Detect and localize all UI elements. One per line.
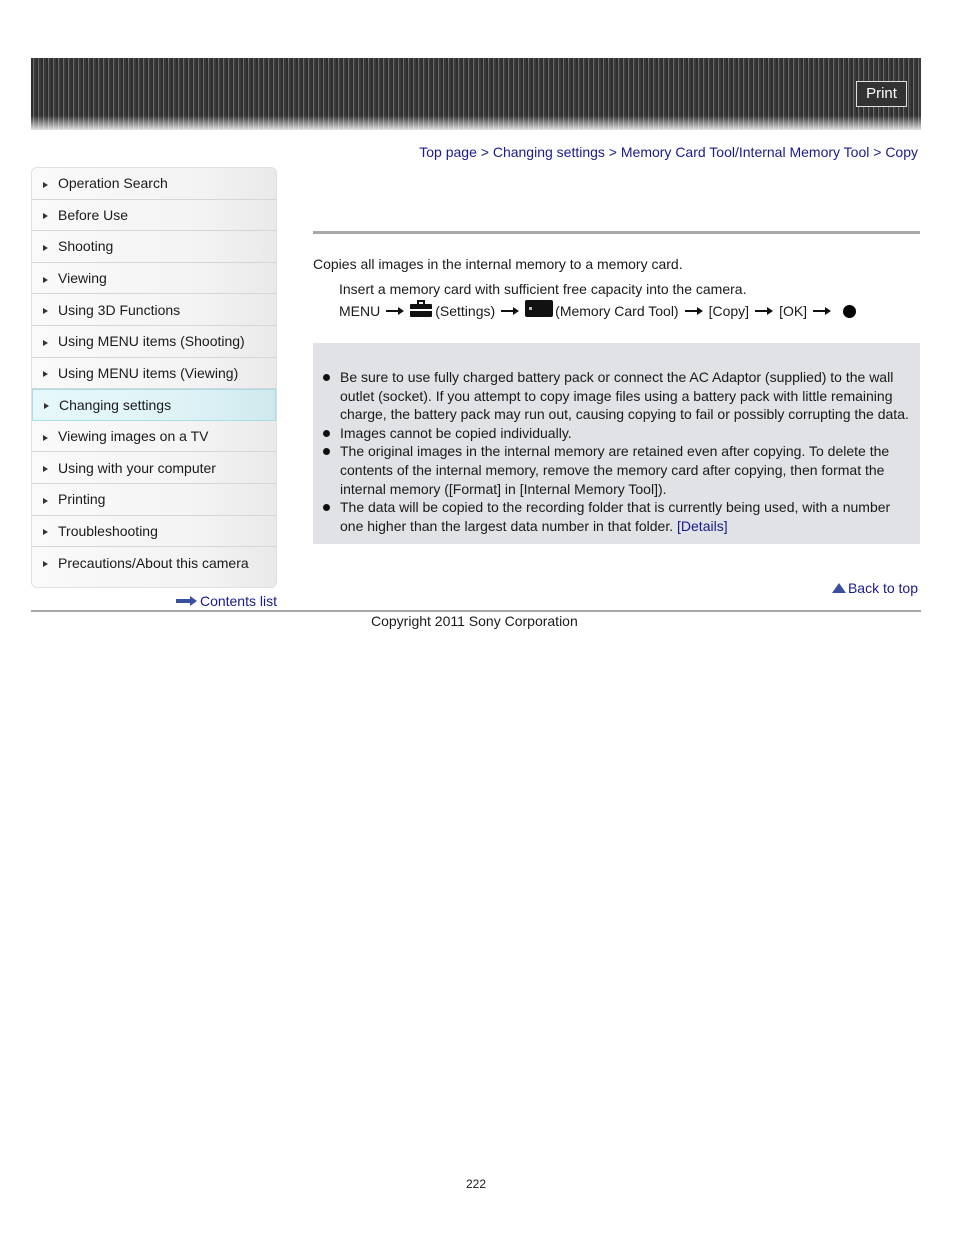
back-to-top-label: Back to top [847,580,918,596]
triangle-right-icon [43,308,48,315]
note-item: The original images in the internal memo… [313,442,920,498]
breadcrumb-top-page[interactable]: Top page [419,144,477,160]
sidebar-item-label: Before Use [58,206,129,223]
sidebar-item-label: Using 3D Functions [58,301,181,318]
step-menu-path: MENU (Settings) (Memory Card Tool) [Copy… [339,299,857,319]
sidebar-item-troubleshooting[interactable]: Troubleshooting [32,516,276,548]
breadcrumb-separator: > [873,144,886,160]
print-button[interactable]: Print [856,81,907,107]
sidebar-item-operation-search[interactable]: Operation Search [32,168,276,200]
breadcrumb-memory-card-tool[interactable]: Memory Card Tool/Internal Memory Tool [621,144,869,160]
triangle-right-icon [43,529,48,536]
back-to-top-link[interactable]: Back to top [831,580,918,596]
copy-label: [Copy] [708,303,750,319]
sidebar-item-viewing-tv[interactable]: Viewing images on a TV [32,421,276,453]
note-text: Images cannot be copied individually. [340,424,572,441]
arrow-right-icon [175,596,198,606]
triangle-right-icon [43,276,48,283]
sidebar-nav: Operation Search Before Use Shooting Vie… [31,167,277,588]
note-text: The original images in the internal memo… [340,443,890,497]
center-button-dot-icon [843,304,857,318]
settings-label: (Settings) [435,303,496,319]
triangle-right-icon [43,466,48,473]
arrow-right-icon [386,306,405,316]
footer-divider [31,610,921,612]
menu-label: MENU [339,303,381,319]
ok-label: [OK] [779,303,808,319]
breadcrumb-copy[interactable]: Copy [885,144,918,160]
intro-text: Copies all images in the internal memory… [313,256,683,272]
note-item: Be sure to use fully charged battery pac… [313,368,920,424]
triangle-right-icon [43,497,48,504]
header-banner [31,58,921,130]
triangle-right-icon [43,213,48,220]
copyright-text: Copyright 2011 Sony Corporation [371,613,578,629]
sidebar-item-label: Troubleshooting [58,522,158,539]
sidebar-item-label: Viewing images on a TV [58,428,209,445]
note-text: The data will be copied to the recording… [340,499,891,534]
triangle-right-icon [43,434,48,441]
sidebar-item-label: Using MENU items (Shooting) [58,333,245,350]
arrow-right-icon [813,306,832,316]
sidebar-item-label: Operation Search [58,175,168,192]
details-link[interactable]: [Details] [677,518,728,534]
sidebar-item-3d-functions[interactable]: Using 3D Functions [32,294,276,326]
sidebar-item-menu-viewing[interactable]: Using MENU items (Viewing) [32,358,276,390]
note-text: Be sure to use fully charged battery pac… [340,369,909,423]
sidebar-item-label: Precautions/About this camera [58,554,249,571]
sidebar-item-computer[interactable]: Using with your computer [32,452,276,484]
contents-list-link[interactable]: Contents list [175,593,277,609]
triangle-right-icon [43,181,48,188]
sidebar-item-label: Viewing [58,270,107,287]
breadcrumb: Top page > Changing settings > Memory Ca… [419,144,918,160]
arrow-right-icon [501,306,520,316]
step-insert-card: Insert a memory card with sufficient fre… [339,281,747,297]
triangle-right-icon [43,371,48,378]
sidebar-item-printing[interactable]: Printing [32,484,276,516]
sidebar-item-label: Changing settings [59,396,172,413]
triangle-up-icon [831,583,846,593]
arrow-right-icon [755,306,774,316]
arrow-right-icon [684,306,703,316]
sidebar-item-before-use[interactable]: Before Use [32,200,276,232]
sidebar-item-label: Shooting [58,238,114,255]
sidebar-item-label: Using MENU items (Viewing) [58,364,239,381]
breadcrumb-separator: > [480,144,493,160]
sidebar-item-label: Using with your computer [58,459,216,476]
memory-card-tool-icon [525,299,554,317]
triangle-right-icon [44,403,49,410]
note-item: The data will be copied to the recording… [313,498,920,535]
sidebar-item-shooting[interactable]: Shooting [32,231,276,263]
note-item: Images cannot be copied individually. [313,424,920,443]
memory-card-tool-label: (Memory Card Tool) [555,303,679,319]
sidebar-item-changing-settings[interactable]: Changing settings [32,389,276,421]
triangle-right-icon [43,244,48,251]
title-divider [313,231,920,234]
breadcrumb-changing-settings[interactable]: Changing settings [493,144,605,160]
contents-list-label: Contents list [199,593,277,609]
breadcrumb-separator: > [608,144,621,160]
notes-box: Be sure to use fully charged battery pac… [313,343,920,544]
triangle-right-icon [43,561,48,568]
page-number: 222 [466,1177,487,1191]
sidebar-item-precautions[interactable]: Precautions/About this camera [32,547,276,579]
triangle-right-icon [43,339,48,346]
settings-toolbox-icon [410,299,433,317]
sidebar-item-label: Printing [58,491,106,508]
sidebar-item-viewing[interactable]: Viewing [32,263,276,295]
sidebar-item-menu-shooting[interactable]: Using MENU items (Shooting) [32,326,276,358]
